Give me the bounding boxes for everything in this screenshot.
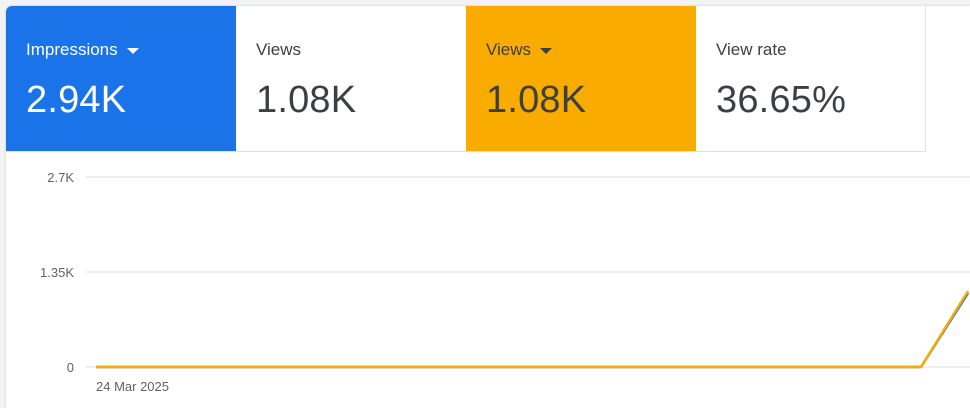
analytics-card: Impressions 2.94K Views 1.08K Views 1.08… (6, 6, 970, 408)
x-tick-label: 24 Mar 2025 (96, 379, 169, 394)
line-chart: 2.7K 1.35K 0 24 Mar 2025 (40, 170, 970, 394)
y-tick-label: 2.7K (47, 170, 74, 185)
y-tick-label: 0 (67, 360, 74, 375)
y-tick-label: 1.35K (40, 265, 74, 280)
series-line (96, 290, 970, 369)
series-line (96, 292, 970, 369)
